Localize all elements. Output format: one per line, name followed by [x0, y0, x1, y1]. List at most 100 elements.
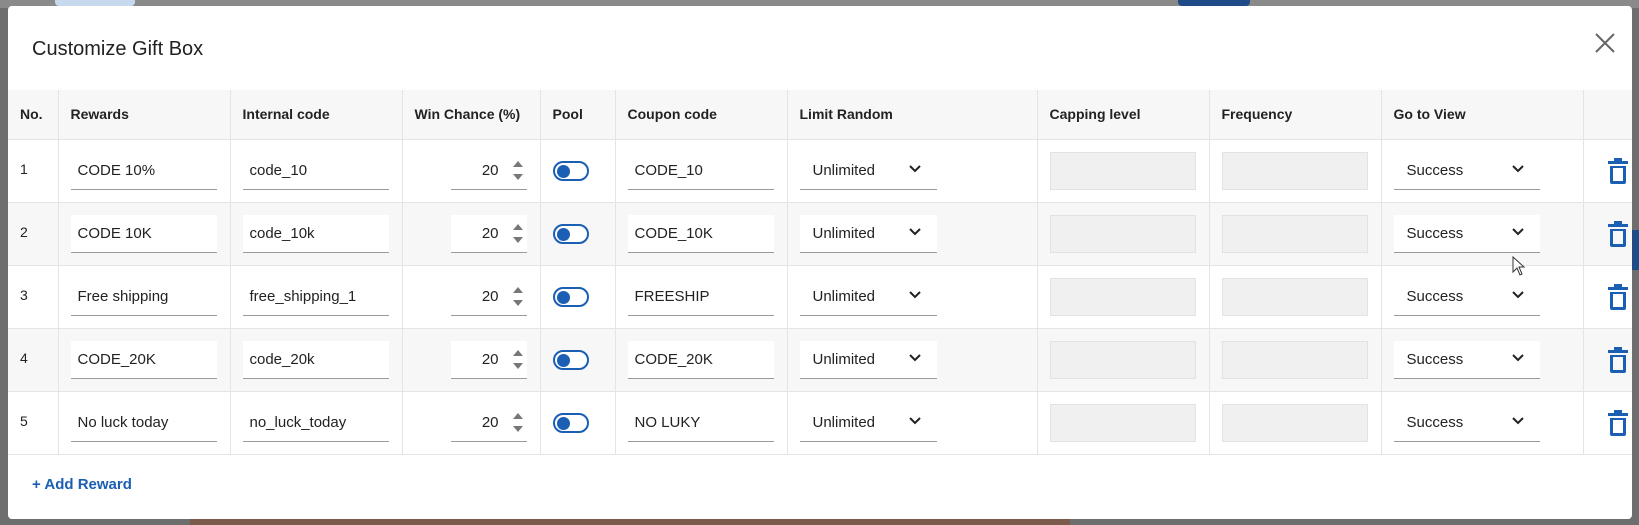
win-chance-stepper[interactable]: [512, 286, 523, 306]
toggle-knob: [556, 416, 570, 430]
internal-code-input[interactable]: code_10: [242, 151, 389, 190]
caret-up-icon[interactable]: [512, 286, 523, 293]
pool-toggle[interactable]: [552, 223, 589, 244]
coupon-code-input[interactable]: FREESHIP: [627, 277, 774, 316]
frequency-input[interactable]: [1221, 277, 1368, 316]
go-to-view-select[interactable]: Success: [1393, 151, 1540, 190]
go-to-view-value: Success: [1406, 413, 1464, 431]
column-header-go-to-view: Go to View: [1381, 90, 1584, 140]
internal-code-input[interactable]: free_shipping_1: [242, 277, 389, 316]
table-row: 5 No luck today no_luck_today 20 NO LUKY…: [8, 391, 1633, 455]
customize-gift-box-dialog: Customize Gift Box No. Rewards Internal …: [8, 6, 1632, 519]
dialog-title: Customize Gift Box: [32, 38, 204, 60]
delete-reward-button[interactable]: [1598, 151, 1633, 191]
close-button[interactable]: [1588, 26, 1622, 60]
win-chance-stepper[interactable]: [512, 160, 523, 180]
trash-icon: [1607, 157, 1628, 184]
go-to-view-value: Success: [1406, 350, 1464, 368]
add-reward-button[interactable]: + Add Reward: [32, 476, 132, 493]
pool-toggle[interactable]: [552, 286, 589, 307]
chevron-down-icon: [908, 290, 921, 298]
chevron-down-icon: [908, 353, 921, 361]
internal-code-input[interactable]: code_20k: [242, 340, 389, 379]
win-chance-input[interactable]: 20: [450, 151, 527, 190]
internal-code-input[interactable]: no_luck_today: [242, 403, 389, 442]
limit-random-value: Unlimited: [812, 350, 876, 368]
win-chance-value: 20: [481, 350, 499, 368]
frequency-input[interactable]: [1221, 340, 1368, 379]
caret-down-icon[interactable]: [512, 362, 523, 369]
trash-icon: [1607, 220, 1628, 247]
delete-reward-button[interactable]: [1598, 340, 1633, 380]
caret-down-icon[interactable]: [512, 425, 523, 432]
caret-down-icon[interactable]: [512, 299, 523, 306]
caret-up-icon[interactable]: [512, 160, 523, 167]
frequency-input[interactable]: [1221, 403, 1368, 442]
frequency-input[interactable]: [1221, 151, 1368, 190]
column-header-win-chance: Win Chance (%): [402, 90, 541, 140]
table-row: 4 CODE_20K code_20k 20 CODE_20K Unlimite…: [8, 328, 1633, 392]
table-row: 1 CODE 10% code_10 20 CODE_10 Unlimited: [8, 139, 1633, 203]
column-header-capping-level: Capping level: [1037, 90, 1210, 140]
chevron-down-icon: [908, 227, 921, 235]
column-header-coupon-code: Coupon code: [615, 90, 788, 140]
row-number: 5: [8, 391, 59, 455]
frequency-input[interactable]: [1221, 214, 1368, 253]
capping-level-input[interactable]: [1049, 214, 1196, 253]
reward-name-input[interactable]: CODE 10K: [70, 214, 217, 253]
win-chance-stepper[interactable]: [512, 412, 523, 432]
capping-level-input[interactable]: [1049, 403, 1196, 442]
win-chance-stepper[interactable]: [512, 223, 523, 243]
pool-toggle[interactable]: [552, 412, 589, 433]
pool-toggle[interactable]: [552, 160, 589, 181]
pool-toggle[interactable]: [552, 349, 589, 370]
go-to-view-select[interactable]: Success: [1393, 214, 1540, 253]
caret-down-icon[interactable]: [512, 236, 523, 243]
go-to-view-select[interactable]: Success: [1393, 340, 1540, 379]
go-to-view-select[interactable]: Success: [1393, 403, 1540, 442]
table-header-row: No. Rewards Internal code Win Chance (%)…: [8, 90, 1632, 140]
reward-name-input[interactable]: No luck today: [70, 403, 217, 442]
caret-up-icon[interactable]: [512, 223, 523, 230]
capping-level-input[interactable]: [1049, 151, 1196, 190]
win-chance-input[interactable]: 20: [450, 214, 527, 253]
chevron-down-icon: [908, 416, 921, 424]
delete-reward-button[interactable]: [1598, 214, 1633, 254]
delete-reward-button[interactable]: [1598, 403, 1633, 443]
win-chance-value: 20: [481, 224, 499, 242]
win-chance-input[interactable]: 20: [450, 340, 527, 379]
coupon-code-input[interactable]: CODE_20K: [627, 340, 774, 379]
delete-reward-button[interactable]: [1598, 277, 1633, 317]
capping-level-input[interactable]: [1049, 277, 1196, 316]
column-header-actions: [1583, 90, 1632, 140]
chevron-down-icon: [1511, 416, 1524, 424]
limit-random-select[interactable]: Unlimited: [799, 277, 937, 316]
row-number: 4: [8, 328, 59, 392]
row-number: 2: [8, 202, 59, 266]
toggle-knob: [556, 290, 570, 304]
win-chance-value: 20: [481, 161, 499, 179]
caret-up-icon[interactable]: [512, 349, 523, 356]
reward-name-input[interactable]: CODE_20K: [70, 340, 217, 379]
coupon-code-input[interactable]: NO LUKY: [627, 403, 774, 442]
limit-random-select[interactable]: Unlimited: [799, 151, 937, 190]
limit-random-select[interactable]: Unlimited: [799, 340, 937, 379]
go-to-view-value: Success: [1406, 224, 1464, 242]
caret-up-icon[interactable]: [512, 412, 523, 419]
win-chance-stepper[interactable]: [512, 349, 523, 369]
limit-random-select[interactable]: Unlimited: [799, 403, 937, 442]
win-chance-value: 20: [481, 287, 499, 305]
trash-icon: [1607, 283, 1628, 310]
reward-name-input[interactable]: Free shipping: [70, 277, 217, 316]
coupon-code-input[interactable]: CODE_10: [627, 151, 774, 190]
coupon-code-input[interactable]: CODE_10K: [627, 214, 774, 253]
limit-random-select[interactable]: Unlimited: [799, 214, 937, 253]
column-header-frequency: Frequency: [1209, 90, 1382, 140]
capping-level-input[interactable]: [1049, 340, 1196, 379]
caret-down-icon[interactable]: [512, 173, 523, 180]
reward-name-input[interactable]: CODE 10%: [70, 151, 217, 190]
win-chance-input[interactable]: 20: [450, 277, 527, 316]
win-chance-input[interactable]: 20: [450, 403, 527, 442]
internal-code-input[interactable]: code_10k: [242, 214, 389, 253]
go-to-view-select[interactable]: Success: [1393, 277, 1540, 316]
